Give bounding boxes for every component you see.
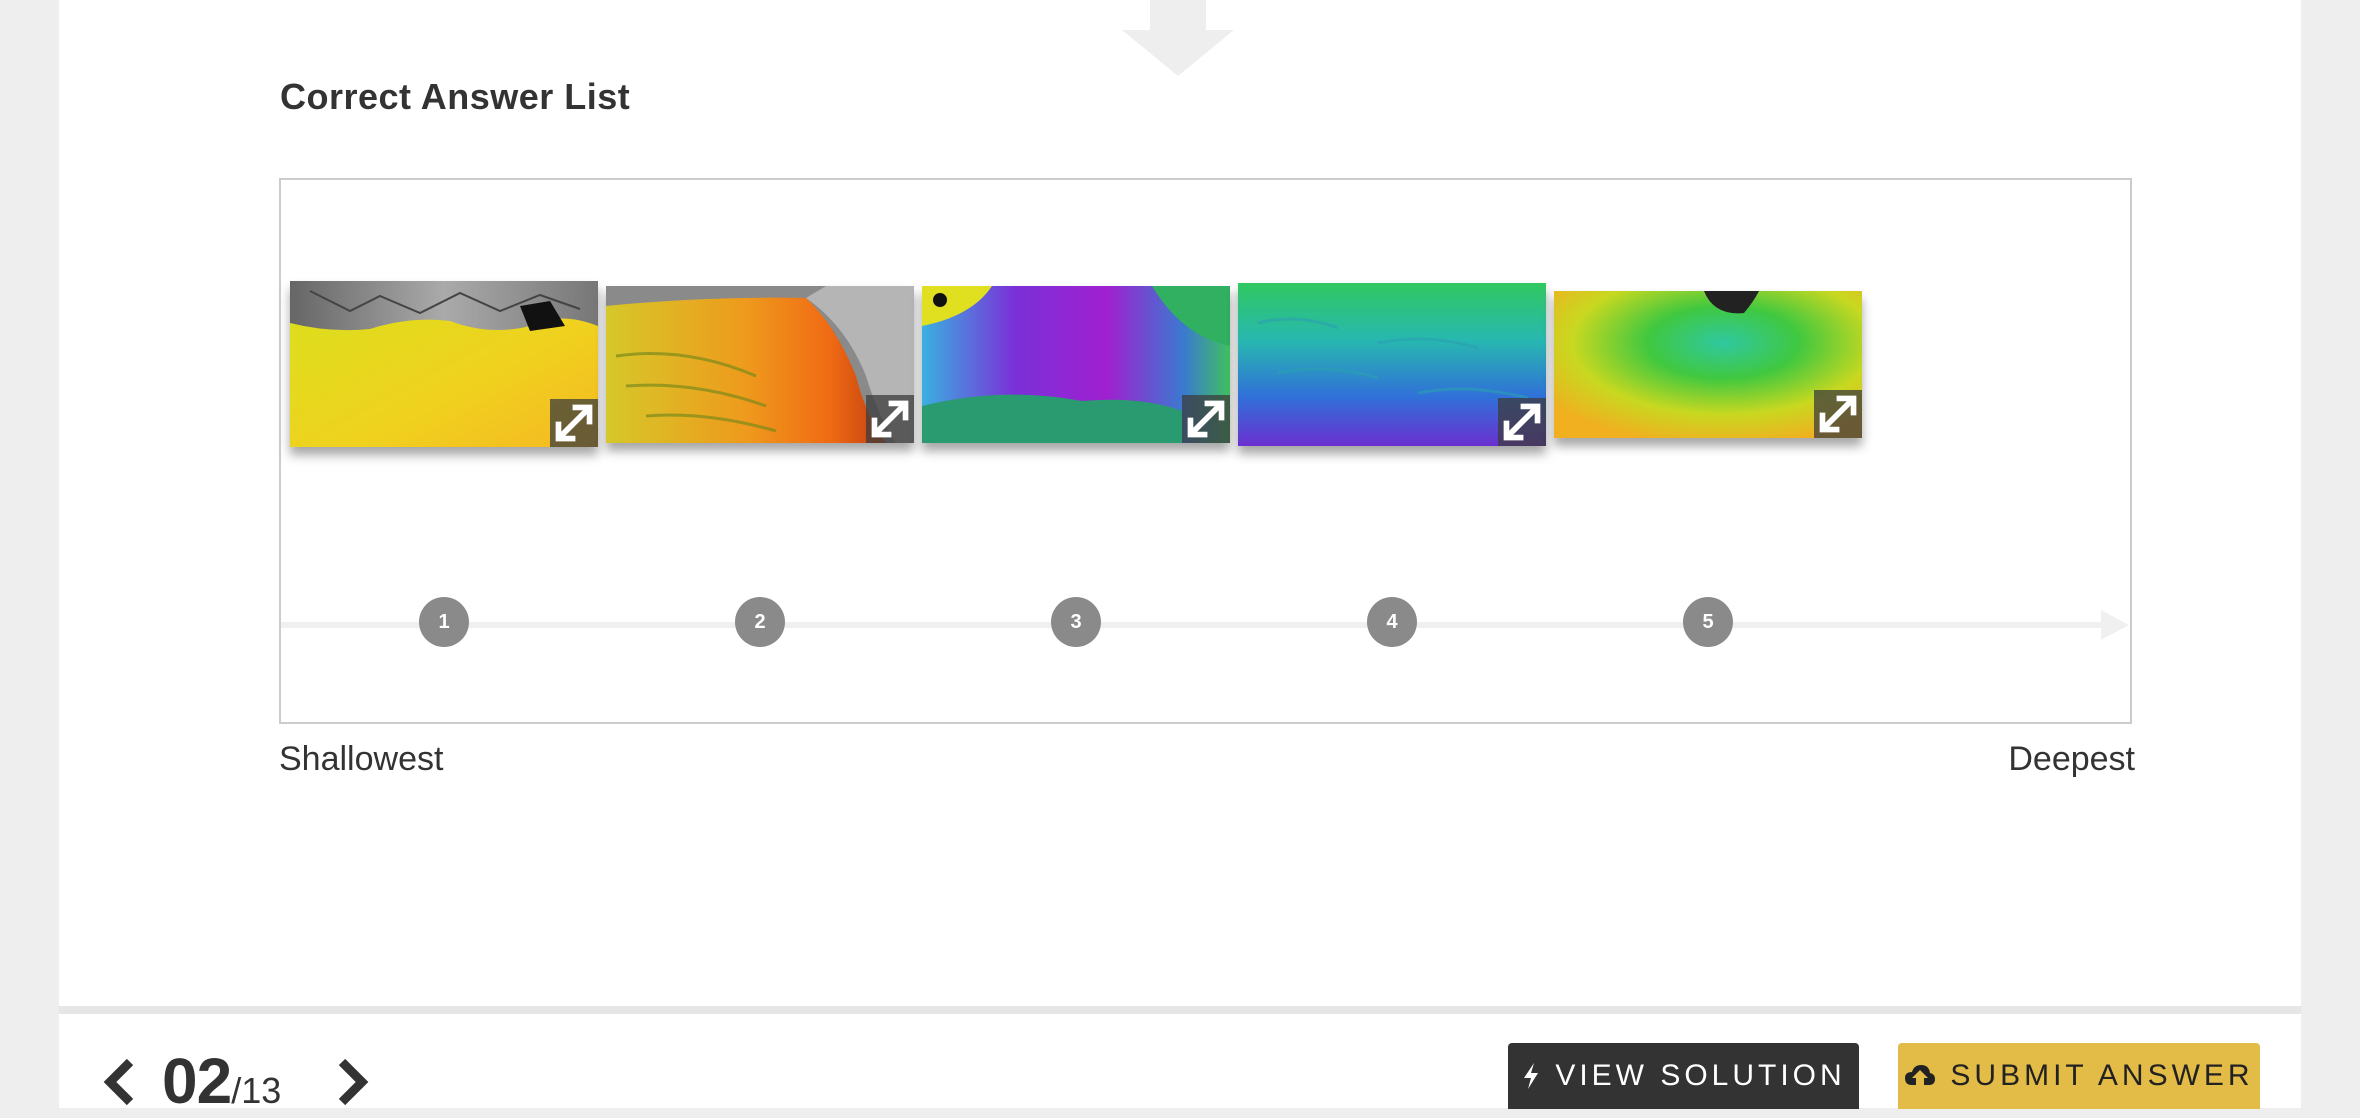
rank-marker-1: 1 — [419, 597, 469, 647]
lightning-icon — [1524, 1063, 1539, 1089]
section-title: Correct Answer List — [280, 76, 631, 117]
view-solution-label: VIEW SOLUTION — [1555, 1059, 1846, 1092]
expand-icon[interactable] — [1182, 395, 1230, 443]
answer-image-5[interactable] — [1554, 291, 1862, 438]
expand-icon[interactable] — [550, 399, 598, 447]
answer-image-3[interactable] — [922, 286, 1230, 443]
view-solution-button[interactable]: VIEW SOLUTION — [1508, 1043, 1859, 1109]
footer-divider — [59, 1006, 2301, 1014]
timeline-line — [281, 622, 2101, 628]
rank-marker-4: 4 — [1367, 597, 1417, 647]
submit-answer-button[interactable]: SUBMIT ANSWER — [1898, 1043, 2260, 1109]
timeline-arrow-icon — [2101, 610, 2129, 640]
answer-image-1[interactable] — [290, 281, 598, 447]
expand-icon[interactable] — [1498, 398, 1546, 446]
total-pages: /13 — [231, 1070, 282, 1111]
page-counter: 02/13 — [162, 1044, 281, 1118]
scale-label-left: Shallowest — [279, 740, 444, 778]
submit-answer-label: SUBMIT ANSWER — [1950, 1059, 2254, 1092]
rank-marker-2: 2 — [735, 597, 785, 647]
answer-list: 1 2 3 4 5 — [279, 178, 2132, 724]
rank-marker-3: 3 — [1051, 597, 1101, 647]
answer-image-2[interactable] — [606, 286, 914, 443]
previous-question-icon[interactable] — [100, 1058, 140, 1106]
cloud-upload-icon — [1905, 1065, 1936, 1085]
rank-marker-5: 5 — [1683, 597, 1733, 647]
next-question-icon[interactable] — [332, 1058, 372, 1106]
expand-icon[interactable] — [866, 395, 914, 443]
answer-image-4[interactable] — [1238, 283, 1546, 446]
scale-label-right: Deepest — [2008, 740, 2135, 778]
expand-icon[interactable] — [1814, 390, 1862, 438]
current-page: 02 — [162, 1045, 232, 1117]
